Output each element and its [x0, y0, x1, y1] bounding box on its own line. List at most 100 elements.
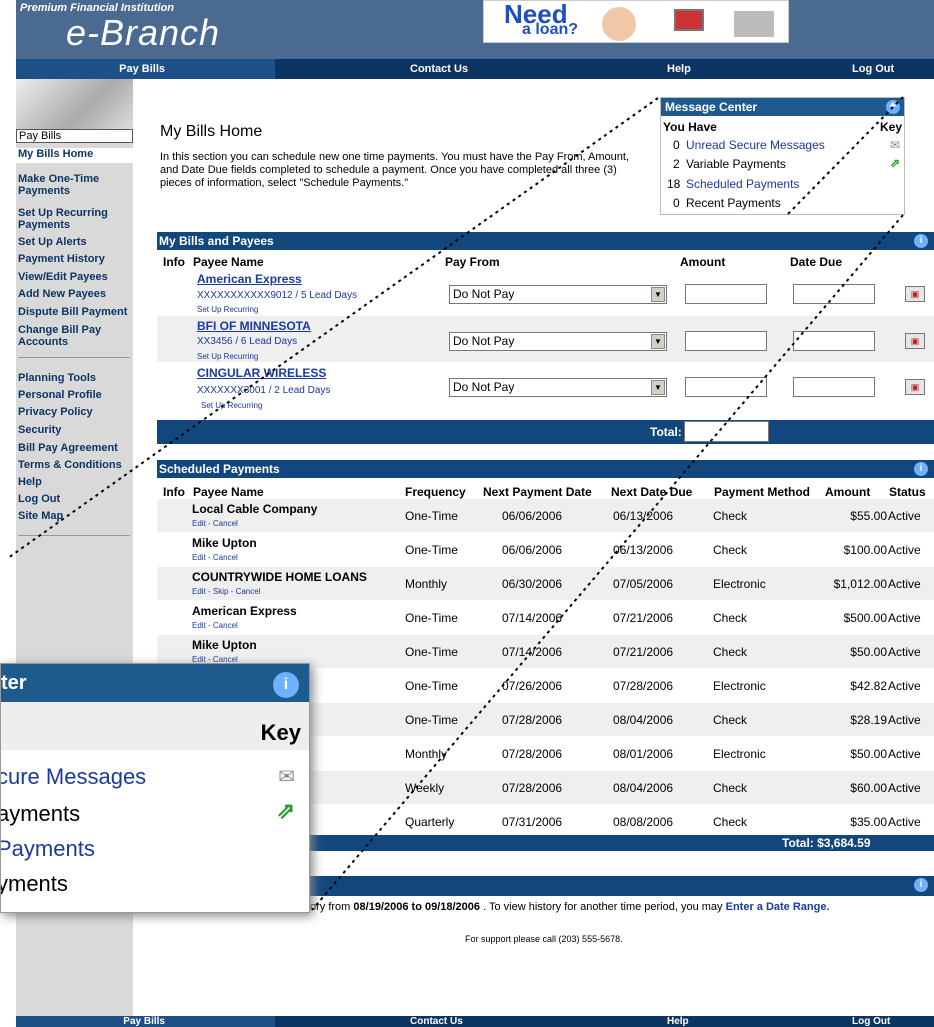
chevron-down-icon[interactable]: ▼	[651, 380, 665, 395]
scheduled-actions-links[interactable]: Edit - Cancel	[192, 621, 238, 630]
col-info: Info	[163, 255, 185, 269]
mc-count: 2	[673, 157, 680, 171]
nav-pay-bills[interactable]: Pay Bills	[16, 59, 275, 79]
total-input[interactable]	[684, 421, 769, 442]
scheduled-payee-name: American Express	[192, 604, 297, 618]
nav-help[interactable]: Help	[667, 1016, 689, 1027]
next-payment-date-cell: 06/06/2006	[502, 509, 563, 523]
scheduled-total: Total: $3,684.59	[782, 836, 871, 850]
pay-from-select[interactable]: Do Not Pay ▼	[449, 332, 667, 351]
intro-text: In this section you can schedule new one…	[160, 151, 629, 189]
payee-name-link[interactable]: BFI OF MINNESOTA	[197, 319, 311, 333]
sidebar-item-make-one-time[interactable]: Make One-Time Payments	[18, 173, 132, 197]
scheduled-row: American Express Edit - Cancel One-Time 07/…	[157, 601, 934, 634]
you-have-label: You Have	[663, 120, 717, 134]
bills-section-header: My Bills and Payees i	[157, 232, 934, 250]
recurring-arrows-icon: ⇗	[889, 156, 900, 170]
enter-date-range-link[interactable]: Enter a Date Range.	[726, 901, 830, 913]
sidebar-item-payment-history[interactable]: Payment History	[18, 253, 132, 265]
date-due-input[interactable]	[793, 284, 875, 304]
payment-method-cell: Check	[713, 543, 748, 557]
sidebar-item-terms-conditions[interactable]: Terms & Conditions	[18, 459, 132, 471]
col-frequency: Frequency	[405, 485, 466, 499]
ad-loan-text: a loan?	[522, 21, 579, 38]
page-title: My Bills Home	[160, 123, 263, 140]
date-due-input[interactable]	[793, 377, 875, 397]
set-up-recurring-link[interactable]: Set Up Recurring	[201, 401, 262, 410]
sidebar-item-bill-pay-agreement[interactable]: Bill Pay Agreement	[18, 442, 132, 454]
sidebar-item-privacy-policy[interactable]: Privacy Policy	[18, 406, 132, 418]
scheduled-section-title: Scheduled Payments	[159, 462, 280, 476]
amount-input[interactable]	[685, 377, 767, 397]
info-icon[interactable]: i	[914, 462, 928, 476]
status-cell: Active	[888, 781, 921, 795]
pay-from-select[interactable]: Do Not Pay ▼	[449, 378, 667, 397]
payee-name-link[interactable]: CINGULAR WIRELESS	[197, 366, 326, 380]
zoom-recent-label: yments	[0, 871, 68, 896]
calendar-icon[interactable]: ▣	[905, 286, 925, 302]
nav-help[interactable]: Help	[667, 59, 691, 79]
info-icon[interactable]: i	[914, 234, 928, 248]
chevron-down-icon[interactable]: ▼	[651, 334, 665, 349]
scheduled-actions-links[interactable]: Edit - Skip - Cancel	[192, 587, 260, 596]
scheduled-actions-links[interactable]: Edit - Cancel	[192, 553, 238, 562]
next-date-due-cell: 08/08/2006	[613, 815, 674, 829]
sidebar-item-personal-profile[interactable]: Personal Profile	[18, 389, 132, 401]
status-cell: Active	[888, 815, 921, 829]
status-cell: Active	[888, 611, 921, 625]
payee-account[interactable]: XXXXXXXXXXX9012 / 5 Lead Days	[197, 290, 357, 301]
payment-method-cell: Electronic	[713, 577, 766, 591]
key-label: Key	[879, 120, 902, 134]
nav-log-out[interactable]: Log Out	[852, 59, 894, 79]
sidebar-item-view-edit-payees[interactable]: View/Edit Payees	[18, 271, 132, 283]
sidebar-item-log-out[interactable]: Log Out	[18, 493, 132, 505]
loan-ad-banner[interactable]: Need a loan?	[483, 0, 789, 43]
pen-image	[16, 79, 133, 129]
sidebar-item-site-map[interactable]: Site Map	[18, 510, 132, 522]
next-date-due-cell: 07/21/2006	[613, 645, 674, 659]
sidebar-item-my-bills-home[interactable]: My Bills Home	[16, 148, 133, 163]
set-up-recurring-link[interactable]: Set Up Recurring	[197, 305, 258, 314]
col-payment-method: Payment Method	[714, 485, 811, 499]
sidebar-item-planning-tools[interactable]: Planning Tools	[18, 372, 132, 384]
payee-name-link[interactable]: American Express	[197, 272, 302, 286]
sidebar-item-dispute-bill-payment[interactable]: Dispute Bill Payment	[18, 306, 132, 318]
sidebar-item-set-up-recurring[interactable]: Set Up Recurring Payments	[18, 207, 132, 231]
amount-input[interactable]	[685, 331, 767, 351]
chevron-down-icon[interactable]: ▼	[651, 287, 665, 302]
date-due-input[interactable]	[793, 331, 875, 351]
frequency-cell: One-Time	[405, 543, 458, 557]
scheduled-actions-links[interactable]: Edit - Cancel	[192, 519, 238, 528]
status-cell: Active	[888, 679, 921, 693]
sidebar-item-security[interactable]: Security	[18, 424, 132, 436]
nav-pay-bills[interactable]: Pay Bills	[16, 1016, 275, 1027]
nav-contact-us[interactable]: Contact Us	[410, 59, 468, 79]
status-cell: Active	[888, 577, 921, 591]
amount-input[interactable]	[685, 284, 767, 304]
scheduled-payee-name: Mike Upton	[192, 536, 257, 550]
tools-image	[734, 11, 774, 37]
nav-contact-us[interactable]: Contact Us	[410, 1016, 463, 1027]
info-icon[interactable]: i	[914, 878, 928, 892]
status-cell: Active	[888, 747, 921, 761]
unread-messages-link[interactable]: Unread Secure Messages	[686, 138, 825, 152]
sidebar-item-change-bill-pay-accounts[interactable]: Change Bill Pay Accounts	[18, 324, 132, 348]
frequency-cell: One-Time	[405, 509, 458, 523]
zoom-unread-link: cure Messages	[0, 764, 147, 789]
mc-count: 0	[673, 196, 680, 210]
col-payee-name: Payee Name	[193, 485, 264, 499]
sidebar-item-add-new-payees[interactable]: Add New Payees	[18, 288, 132, 300]
payee-account[interactable]: XX3456 / 6 Lead Days	[197, 336, 297, 347]
payee-row: BFI OF MINNESOTA XX3456 / 6 Lead Days Se…	[157, 316, 934, 362]
pay-from-select[interactable]: Do Not Pay ▼	[449, 285, 667, 304]
set-up-recurring-link[interactable]: Set Up Recurring	[197, 352, 258, 361]
scheduled-payments-link[interactable]: Scheduled Payments	[686, 177, 799, 191]
nav-log-out[interactable]: Log Out	[852, 1016, 890, 1027]
globe-icon[interactable]: ✦	[886, 100, 900, 114]
payee-row: American Express XXXXXXXXXXX9012 / 5 Lea…	[157, 270, 934, 316]
calendar-icon[interactable]: ▣	[905, 379, 925, 395]
sidebar-item-set-up-alerts[interactable]: Set Up Alerts	[18, 236, 132, 248]
payee-account[interactable]: XXXXXXX3001 / 2 Lead Days	[197, 385, 330, 396]
calendar-icon[interactable]: ▣	[905, 333, 925, 349]
sidebar-item-help[interactable]: Help	[18, 476, 132, 488]
